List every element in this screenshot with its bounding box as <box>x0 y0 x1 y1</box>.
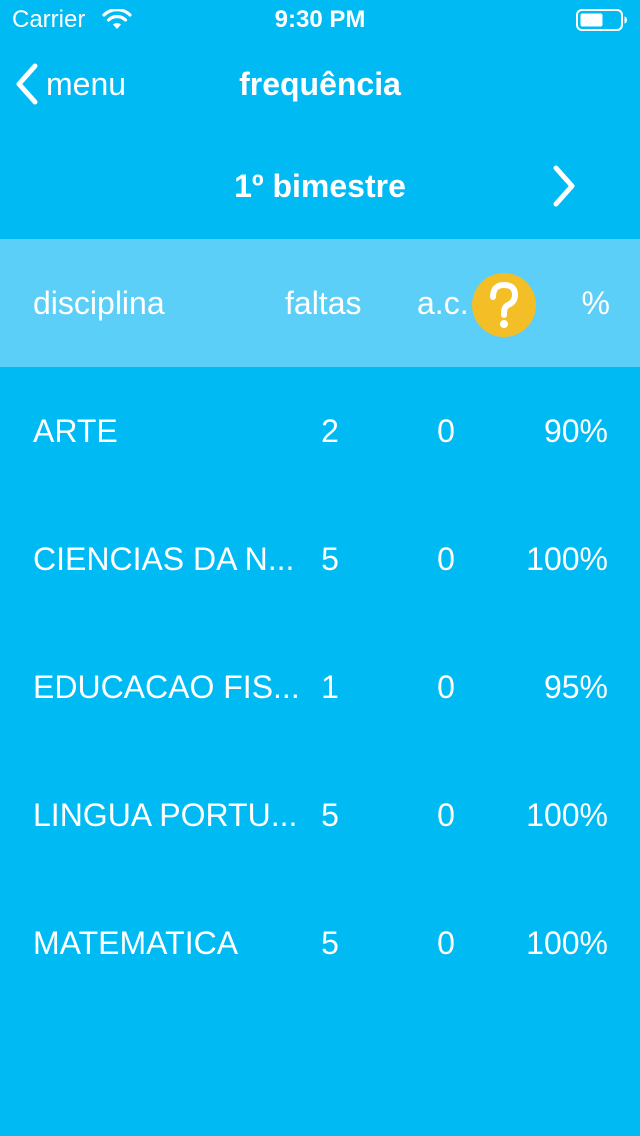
page-title: frequência <box>239 66 401 102</box>
table-row[interactable]: EDUCACAO FIS... 1 0 95% <box>0 623 640 751</box>
subject-name: LINGUA PORTU... <box>33 797 298 833</box>
navigation-bar: menu frequência <box>0 40 640 128</box>
absences-count: 2 <box>321 413 339 449</box>
next-period-button[interactable] <box>540 162 588 210</box>
compensated-absences: 0 <box>437 925 455 961</box>
subject-name: ARTE <box>33 413 118 449</box>
period-selector: 1º bimestre <box>0 140 640 232</box>
status-time: 9:30 PM <box>274 6 366 33</box>
attendance-percent: 100% <box>526 541 608 577</box>
absences-count: 5 <box>321 797 339 833</box>
attendance-percent: 90% <box>543 413 608 449</box>
absences-count: 5 <box>321 541 339 577</box>
status-bar: Carrier 9:30 PM <box>0 0 640 40</box>
table-row[interactable]: ARTE 2 0 90% <box>0 367 640 495</box>
table-header: disciplina faltas a.c. % <box>0 239 640 367</box>
table-row[interactable]: CIENCIAS DA N... 5 0 100% <box>0 495 640 623</box>
header-disciplina: disciplina <box>33 285 165 321</box>
header-faltas: faltas <box>285 285 362 321</box>
compensated-absences: 0 <box>437 669 455 705</box>
absences-count: 1 <box>321 669 339 705</box>
absences-count: 5 <box>321 925 339 961</box>
chevron-right-icon <box>553 165 575 207</box>
question-mark-icon <box>490 282 518 328</box>
subject-name: MATEMATICA <box>33 925 239 961</box>
help-button[interactable] <box>472 273 536 337</box>
compensated-absences: 0 <box>437 413 455 449</box>
subject-name: CIENCIAS DA N... <box>33 541 295 577</box>
attendance-percent: 100% <box>526 925 608 961</box>
battery-icon <box>576 9 627 31</box>
attendance-percent: 100% <box>526 797 608 833</box>
table-row[interactable]: LINGUA PORTU... 5 0 100% <box>0 751 640 879</box>
compensated-absences: 0 <box>437 797 455 833</box>
frequency-screen: Carrier 9:30 PM menu frequência 1º bimes… <box>0 0 640 1136</box>
subject-name: EDUCACAO FIS... <box>33 669 300 705</box>
compensated-absences: 0 <box>437 541 455 577</box>
attendance-percent: 95% <box>543 669 608 705</box>
header-ac: a.c. <box>417 285 469 321</box>
header-percent: % <box>581 285 610 321</box>
table-row[interactable]: MATEMATICA 5 0 100% <box>0 879 640 1007</box>
